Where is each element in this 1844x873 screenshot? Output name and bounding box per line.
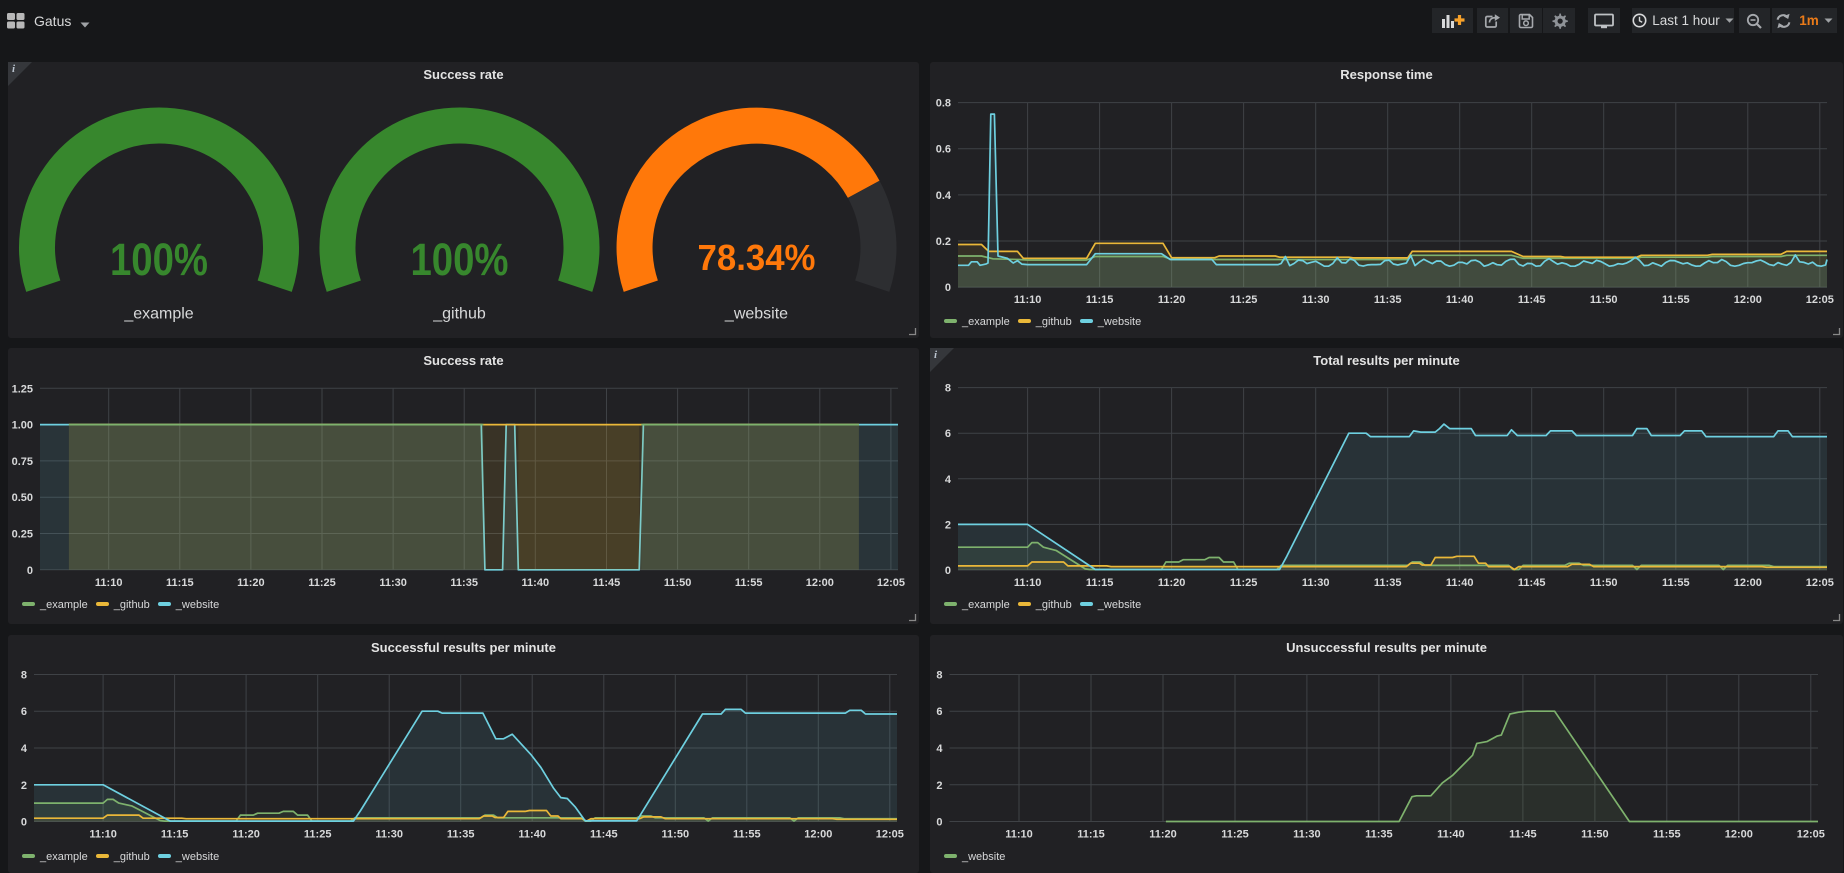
svg-text:11:15: 11:15 — [1086, 577, 1114, 589]
svg-text:0: 0 — [27, 565, 33, 577]
svg-text:11:10: 11:10 — [1014, 577, 1042, 589]
svg-text:8: 8 — [945, 383, 951, 395]
svg-text:11:55: 11:55 — [1662, 294, 1690, 306]
svg-text:11:15: 11:15 — [161, 828, 189, 840]
svg-text:11:30: 11:30 — [1302, 294, 1330, 306]
svg-text:12:00: 12:00 — [1734, 294, 1762, 306]
svg-text:0: 0 — [945, 565, 951, 577]
svg-text:11:20: 11:20 — [1158, 294, 1186, 306]
svg-text:4: 4 — [21, 743, 28, 755]
svg-text:11:30: 11:30 — [1293, 828, 1321, 840]
svg-text:0.8: 0.8 — [936, 97, 951, 109]
svg-text:1.25: 1.25 — [12, 383, 33, 395]
svg-text:0.25: 0.25 — [12, 529, 33, 541]
svg-text:11:15: 11:15 — [166, 577, 194, 589]
svg-text:6: 6 — [936, 706, 942, 718]
svg-text:12:00: 12:00 — [1734, 577, 1762, 589]
svg-text:6: 6 — [945, 428, 951, 440]
svg-text:12:00: 12:00 — [804, 828, 832, 840]
svg-text:11:40: 11:40 — [1446, 577, 1474, 589]
svg-text:11:15: 11:15 — [1077, 828, 1105, 840]
svg-text:2: 2 — [945, 519, 951, 531]
svg-text:11:50: 11:50 — [1590, 577, 1618, 589]
svg-text:11:15: 11:15 — [1086, 294, 1114, 306]
svg-text:11:20: 11:20 — [1158, 577, 1186, 589]
svg-text:78.34%: 78.34% — [698, 237, 816, 278]
svg-text:0.4: 0.4 — [936, 189, 952, 201]
svg-text:11:40: 11:40 — [1446, 294, 1474, 306]
svg-text:0: 0 — [21, 816, 27, 828]
svg-text:8: 8 — [21, 669, 27, 681]
svg-text:11:10: 11:10 — [1014, 294, 1042, 306]
svg-text:11:35: 11:35 — [447, 828, 475, 840]
svg-text:0.50: 0.50 — [12, 492, 33, 504]
svg-text:11:40: 11:40 — [522, 577, 550, 589]
svg-text:11:45: 11:45 — [1518, 294, 1546, 306]
svg-text:11:50: 11:50 — [1581, 828, 1609, 840]
svg-text:11:25: 11:25 — [1221, 828, 1249, 840]
svg-text:12:05: 12:05 — [1797, 828, 1825, 840]
svg-text:11:20: 11:20 — [232, 828, 260, 840]
svg-text:0.2: 0.2 — [936, 236, 951, 248]
svg-text:11:45: 11:45 — [1518, 577, 1546, 589]
svg-text:11:55: 11:55 — [733, 828, 761, 840]
svg-text:11:45: 11:45 — [590, 828, 618, 840]
svg-text:100%: 100% — [110, 234, 208, 285]
svg-text:100%: 100% — [411, 234, 509, 285]
svg-text:2: 2 — [21, 779, 27, 791]
svg-text:11:20: 11:20 — [1149, 828, 1177, 840]
svg-text:_github: _github — [432, 305, 486, 322]
svg-text:2: 2 — [936, 779, 942, 791]
svg-text:11:25: 11:25 — [304, 828, 332, 840]
svg-text:11:45: 11:45 — [593, 577, 621, 589]
svg-text:11:55: 11:55 — [735, 577, 763, 589]
svg-text:11:25: 11:25 — [1230, 577, 1258, 589]
svg-text:11:25: 11:25 — [308, 577, 336, 589]
svg-text:0.6: 0.6 — [936, 143, 951, 155]
svg-text:0.75: 0.75 — [12, 456, 33, 468]
svg-text:12:05: 12:05 — [1806, 577, 1834, 589]
svg-text:6: 6 — [21, 706, 27, 718]
svg-text:11:50: 11:50 — [662, 828, 690, 840]
svg-text:11:50: 11:50 — [664, 577, 692, 589]
svg-text:0: 0 — [936, 816, 942, 828]
svg-text:4: 4 — [936, 743, 943, 755]
svg-text:_example: _example — [123, 305, 193, 322]
svg-text:_website: _website — [724, 305, 788, 322]
svg-text:12:00: 12:00 — [1725, 828, 1753, 840]
svg-text:11:40: 11:40 — [1437, 828, 1465, 840]
svg-text:11:30: 11:30 — [1302, 577, 1330, 589]
svg-text:1.00: 1.00 — [12, 420, 33, 432]
svg-text:11:10: 11:10 — [89, 828, 117, 840]
svg-text:11:50: 11:50 — [1590, 294, 1618, 306]
svg-text:0: 0 — [945, 282, 951, 294]
svg-text:11:30: 11:30 — [375, 828, 403, 840]
svg-text:12:05: 12:05 — [876, 828, 904, 840]
svg-text:11:35: 11:35 — [450, 577, 478, 589]
svg-text:11:35: 11:35 — [1365, 828, 1393, 840]
svg-text:11:20: 11:20 — [237, 577, 265, 589]
svg-text:11:40: 11:40 — [518, 828, 546, 840]
svg-text:11:35: 11:35 — [1374, 577, 1402, 589]
svg-text:11:55: 11:55 — [1662, 577, 1690, 589]
svg-text:12:05: 12:05 — [877, 577, 905, 589]
svg-text:11:55: 11:55 — [1653, 828, 1681, 840]
svg-text:11:35: 11:35 — [1374, 294, 1402, 306]
svg-text:12:05: 12:05 — [1806, 294, 1834, 306]
svg-text:12:00: 12:00 — [806, 577, 834, 589]
svg-text:11:45: 11:45 — [1509, 828, 1537, 840]
svg-text:11:10: 11:10 — [1005, 828, 1033, 840]
svg-text:11:30: 11:30 — [379, 577, 407, 589]
svg-text:4: 4 — [945, 474, 952, 486]
svg-text:8: 8 — [936, 669, 942, 681]
svg-text:11:25: 11:25 — [1230, 294, 1258, 306]
svg-text:11:10: 11:10 — [95, 577, 123, 589]
